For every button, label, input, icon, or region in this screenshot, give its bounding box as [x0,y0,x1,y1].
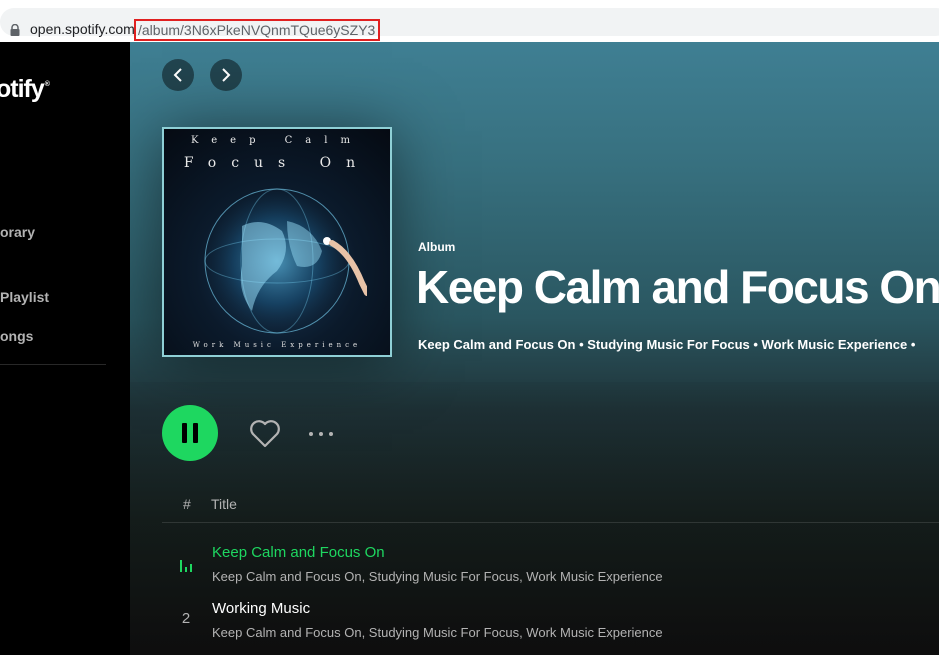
chevron-left-icon [173,68,182,82]
globe-illustration [204,188,367,334]
url-field[interactable]: open.spotify.com /album/3N6xPkeNVQnmTQue… [0,8,939,41]
pause-icon [182,423,198,443]
album-artists[interactable]: Keep Calm and Focus On • Studying Music … [418,337,915,352]
header-title[interactable]: Title [211,496,237,512]
sidebar-item-library[interactable]: orary [0,224,35,240]
url-path-highlighted: /album/3N6xPkeNVQnmTQue6ySZY3 [134,19,380,41]
lock-icon [10,24,20,36]
sidebar-divider [0,364,106,365]
track-title[interactable]: Working Music [212,600,310,617]
sidebar-item-create-playlist[interactable]: Playlist [0,289,49,305]
sidebar: otify® orary Playlist ongs [0,42,130,655]
album-cover: Keep Calm Focus On Work Music Experience [162,127,392,357]
track-artists[interactable]: Keep Calm and Focus On, Studying Music F… [212,625,663,640]
track-row[interactable]: Keep Calm and Focus On Keep Calm and Foc… [162,538,939,594]
spotify-logo[interactable]: otify® [0,75,50,104]
track-artists[interactable]: Keep Calm and Focus On, Studying Music F… [212,569,663,584]
heart-icon[interactable] [249,419,281,449]
sidebar-item-liked-songs[interactable]: ongs [0,328,33,344]
more-options-icon[interactable] [308,422,338,446]
album-page: Keep Calm Focus On Work Music Experience… [130,42,939,655]
cover-text-bottom: Work Music Experience [192,341,362,349]
track-number: 2 [181,610,191,627]
cover-text-line1: Keep Calm [191,135,363,146]
track-title[interactable]: Keep Calm and Focus On [212,544,385,561]
chevron-right-icon [222,68,231,82]
equalizer-icon [180,560,192,572]
sidebar-item-label: Playlist [0,289,50,305]
header-number: # [183,496,191,512]
browser-address-bar: open.spotify.com /album/3N6xPkeNVQnmTQue… [0,0,939,43]
tracklist-header: # Title [162,490,939,523]
track-row[interactable]: 2 Working Music Keep Calm and Focus On, … [162,594,939,650]
album-title: Keep Calm and Focus On [416,261,939,313]
forward-button[interactable] [210,59,242,91]
album-type-label: Album [418,240,456,254]
url-domain: open.spotify.com [30,21,135,37]
back-button[interactable] [162,59,194,91]
cover-text-line2: Focus On [183,155,371,171]
pause-button[interactable] [162,405,218,461]
